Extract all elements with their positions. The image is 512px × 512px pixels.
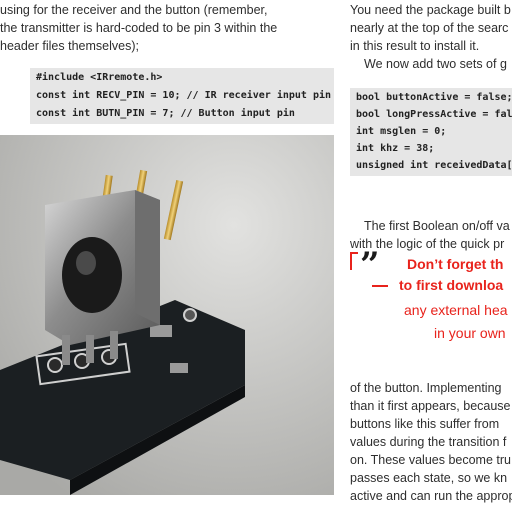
code-line-long-press: bool longPressActive = fals bbox=[356, 109, 512, 120]
right-top-line-1: You need the package built b bbox=[350, 3, 511, 17]
quote-line-3: any external hea bbox=[404, 302, 508, 318]
code-line-khz: int khz = 38; bbox=[356, 143, 435, 154]
left-column: using for the receiver and the button (r… bbox=[0, 0, 334, 512]
quote-line-1: Don’t forget th bbox=[407, 256, 504, 272]
code-line-button-active: bool buttonActive = false; bbox=[356, 92, 512, 103]
right-bottom-line-3: buttons like this suffer from bbox=[350, 417, 500, 431]
right-middle-line-1: The first Boolean on/off va bbox=[364, 219, 510, 233]
right-bottom-line-5: on. These values become tru bbox=[350, 453, 511, 467]
quote-mark-icon: ” bbox=[360, 245, 380, 285]
right-bottom-line-2: than it first appears, because bbox=[350, 399, 511, 413]
code-block-right: bool buttonActive = false; bool longPres… bbox=[350, 88, 512, 176]
intro-line-1: using for the receiver and the button (r… bbox=[0, 3, 268, 17]
quote-corner bbox=[350, 252, 358, 270]
code-line-recv-pin: const int RECV_PIN = 10; // IR receiver … bbox=[36, 90, 332, 101]
quote-line-2: to first downloa bbox=[399, 277, 504, 293]
right-column: You need the package built b nearly at t… bbox=[350, 0, 512, 512]
intro-line-2: the transmitter is hard-coded to be pin … bbox=[0, 21, 278, 35]
ir-receiver-photo bbox=[0, 135, 334, 495]
ir-receiver-illustration bbox=[0, 135, 334, 495]
code-line-butn-pin: const int BUTN_PIN = 7; // Button input … bbox=[36, 108, 295, 119]
right-top-line-2: nearly at the top of the searc bbox=[350, 21, 509, 35]
right-bottom-line-7: active and can run the approp bbox=[350, 489, 512, 503]
code-line-include: #include <IRremote.h> bbox=[36, 72, 163, 83]
quote-dash bbox=[372, 285, 388, 287]
right-bottom-line-6: passes each state, so we kn bbox=[350, 471, 508, 485]
code-line-msglen: int msglen = 0; bbox=[356, 126, 447, 137]
right-bottom-line-1: of the button. Implementing bbox=[350, 381, 502, 395]
code-block-left: #include <IRremote.h> const int RECV_PIN… bbox=[30, 68, 334, 124]
pull-quote: ” Don’t forget th to first downloa any e… bbox=[350, 248, 512, 368]
code-line-received-data: unsigned int receivedData[R bbox=[356, 160, 512, 171]
right-top-line-3: in this result to install it. bbox=[350, 39, 480, 53]
right-bottom-line-4: values during the transition f bbox=[350, 435, 507, 449]
right-top-line-4: We now add two sets of g bbox=[364, 57, 507, 71]
intro-line-3: header files themselves); bbox=[0, 39, 139, 53]
quote-line-4: in your own bbox=[434, 325, 506, 341]
